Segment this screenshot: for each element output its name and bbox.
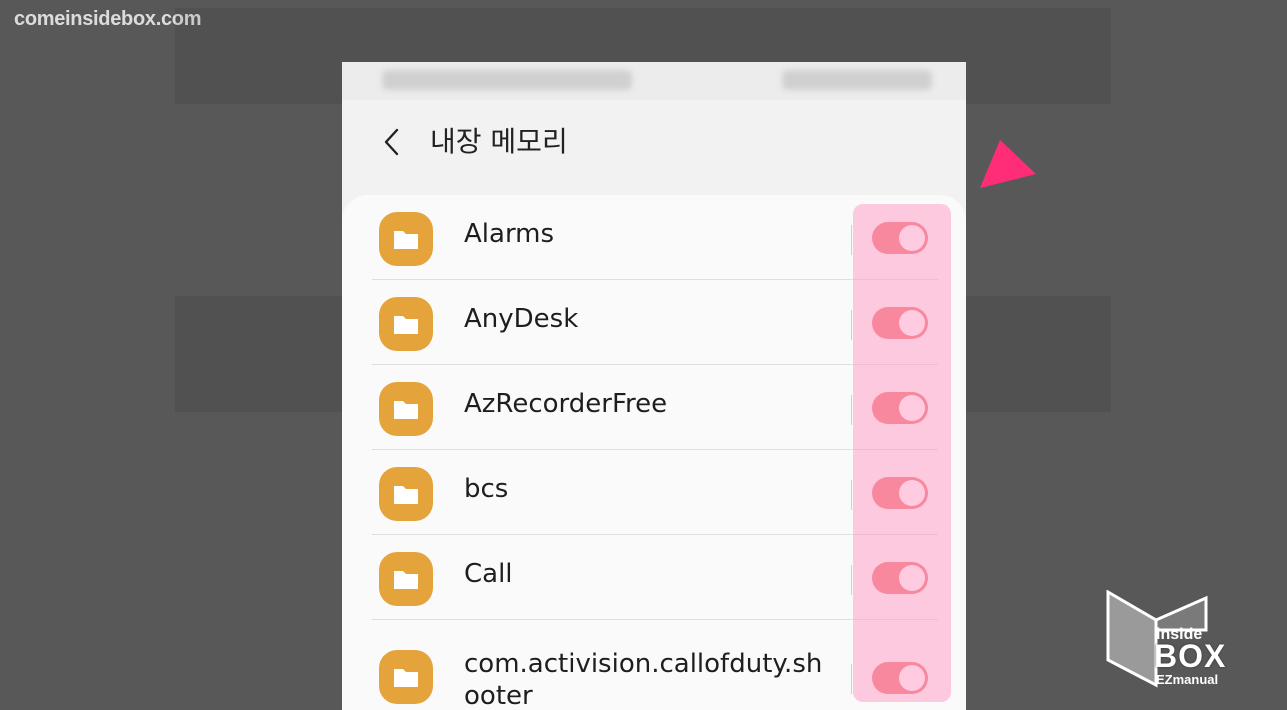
folder-name: bcs — [464, 474, 509, 504]
divider — [851, 664, 852, 694]
folder-icon — [379, 382, 433, 436]
logo-bottom-text: EZmanual — [1156, 672, 1219, 687]
chevron-left-icon — [384, 128, 399, 156]
back-button[interactable] — [372, 122, 412, 162]
divider — [851, 310, 852, 340]
status-bar-blurred-left — [382, 70, 632, 90]
folder-icon — [379, 650, 433, 704]
logo-main-text: BOX — [1154, 638, 1227, 674]
folder-name: Call — [464, 559, 513, 589]
folder-icon — [379, 552, 433, 606]
divider — [851, 565, 852, 595]
folder-icon — [379, 212, 433, 266]
folder-icon — [379, 297, 433, 351]
folder-name: AnyDesk — [464, 304, 579, 334]
status-bar — [342, 62, 966, 100]
folder-name: com.activision.callofduty.shooter — [464, 649, 823, 710]
folder-name: Alarms — [464, 219, 555, 249]
status-bar-blurred-right — [782, 70, 932, 90]
divider — [851, 225, 852, 255]
divider — [851, 480, 852, 510]
watermark-site-text: comeinsidebox.com — [14, 8, 202, 30]
insidebox-logo: inside BOX EZmanual — [1106, 590, 1266, 690]
divider — [851, 395, 852, 425]
page-title: 내장 메모리 — [430, 125, 568, 158]
toggle-highlight-box — [853, 204, 951, 702]
folder-name: AzRecorderFree — [464, 389, 668, 419]
pointer-arrow-icon — [980, 140, 1036, 188]
folder-icon — [379, 467, 433, 521]
app-header: 내장 메모리 — [342, 110, 966, 174]
